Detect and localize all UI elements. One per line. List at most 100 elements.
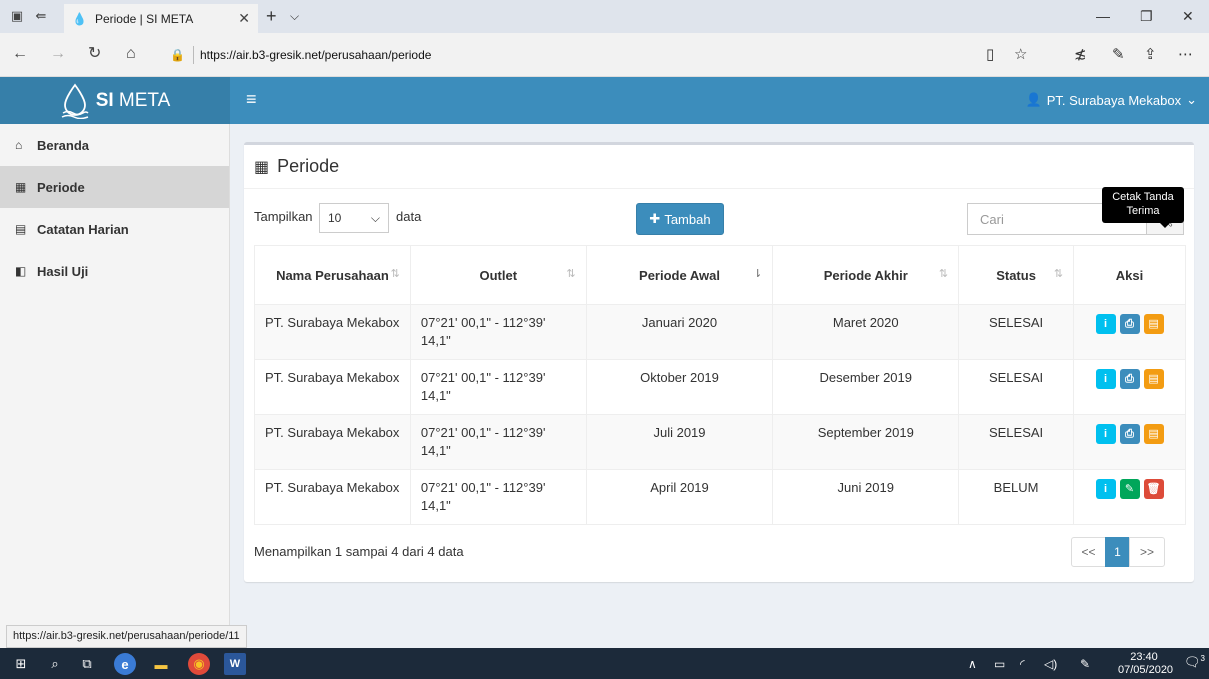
minimize-icon[interactable]: — xyxy=(1096,8,1110,24)
pagination-prev[interactable]: << xyxy=(1071,537,1106,567)
tab-title: Periode | SI META xyxy=(94,11,194,26)
cell-outlet: 07°21' 00,1" - 112°39' 14,1" xyxy=(409,414,587,470)
favorite-star-icon[interactable]: ☆ xyxy=(1014,45,1027,63)
calendar-icon: ▦ xyxy=(15,180,27,194)
reading-view-icon[interactable]: ▯ xyxy=(986,45,994,63)
table-row: PT. Surabaya Mekabox 07°21' 00,1" - 112°… xyxy=(254,414,1186,470)
favicon-drop-icon: 💧 xyxy=(72,11,87,26)
battery-icon[interactable]: ▭ xyxy=(994,657,1005,671)
sidebar-item-beranda[interactable]: ⌂ Beranda xyxy=(0,124,229,166)
volume-icon[interactable]: ◁) xyxy=(1044,657,1057,671)
window-close-icon[interactable]: ✕ xyxy=(1182,8,1194,25)
cell-outlet: 07°21' 00,1" - 112°39' 14,1" xyxy=(409,469,587,525)
page-length-select[interactable]: 10 ⌵ xyxy=(319,203,389,233)
search-icon[interactable]: ⌕ xyxy=(44,653,66,675)
chrome-icon[interactable]: ◉ xyxy=(188,653,210,675)
back-icon[interactable]: ← xyxy=(12,46,28,62)
column-header-outlet[interactable]: Outlet ⇅ xyxy=(409,245,587,305)
pagination-next[interactable]: >> xyxy=(1129,537,1165,567)
sort-icon: ⇅ xyxy=(938,268,949,280)
url-separator xyxy=(192,46,194,64)
file-icon: ▤ xyxy=(1148,428,1159,440)
pagination: << 1 >> xyxy=(1071,537,1165,567)
notification-icon[interactable]: 🗨︎3 xyxy=(1184,654,1205,670)
pen-icon[interactable]: ✎ xyxy=(1112,45,1125,63)
pagination-page-1[interactable]: 1 xyxy=(1105,537,1130,567)
url-text: https://air.b3-gresik.net/perusahaan/per… xyxy=(199,48,432,62)
print-button[interactable]: ⎙ xyxy=(1119,314,1140,334)
sidebar-item-catatan-harian[interactable]: ▤ Catatan Harian xyxy=(0,208,229,250)
column-header-periode-awal[interactable]: Periode Awal ⇂ xyxy=(585,245,774,305)
calendar-icon: ▦ xyxy=(254,158,270,176)
user-menu[interactable]: 👤 PT. Surabaya Mekabox ⌄ xyxy=(1026,92,1198,108)
print-receipt-button[interactable]: ▤ xyxy=(1143,369,1164,389)
share-icon[interactable]: ⇪ xyxy=(1144,45,1157,63)
status-url: https://air.b3-gresik.net/perusahaan/per… xyxy=(6,625,247,648)
pencil-icon: ✎ xyxy=(1124,483,1135,495)
print-icon: ⎙ xyxy=(1125,373,1134,385)
wifi-icon[interactable]: ◜ xyxy=(1020,657,1025,671)
home-icon[interactable]: ⌂ xyxy=(126,46,136,62)
cell-end: Juni 2019 xyxy=(772,469,960,525)
info-icon: i xyxy=(1103,428,1108,440)
clock[interactable]: 23:40 07/05/2020 xyxy=(1118,651,1173,677)
sort-icon: ⇅ xyxy=(1053,268,1064,280)
more-icon[interactable]: ⋯ xyxy=(1178,45,1193,63)
column-header-periode-akhir[interactable]: Periode Akhir ⇅ xyxy=(772,245,960,305)
cell-actions: i ⎙ ▤ xyxy=(1073,414,1186,470)
word-icon[interactable]: W xyxy=(224,653,246,675)
forward-icon[interactable]: → xyxy=(50,46,66,62)
restore-icon[interactable]: ❐ xyxy=(1140,8,1153,25)
info-button[interactable]: i xyxy=(1095,314,1116,334)
print-button[interactable]: ⎙ xyxy=(1119,424,1140,444)
tab-close-icon[interactable]: ✕ xyxy=(238,10,250,27)
sort-desc-icon: ⇂ xyxy=(753,268,763,280)
info-button[interactable]: i xyxy=(1095,424,1116,444)
page-title: Periode xyxy=(277,156,340,176)
cell-outlet: 07°21' 00,1" - 112°39' 14,1" xyxy=(409,304,587,360)
cell-status: SELESAI xyxy=(958,304,1075,360)
info-icon: i xyxy=(1103,318,1108,330)
show-label: Tampilkan xyxy=(254,209,313,224)
new-tab-icon[interactable]: + xyxy=(266,7,277,25)
set-tabs-aside-icon[interactable]: ⇚ xyxy=(34,9,48,23)
sidebar-item-hasil-uji[interactable]: ◧ Hasil Uji xyxy=(0,250,229,292)
logo[interactable]: SI META xyxy=(0,77,230,124)
windows-start-icon[interactable]: ⊞ xyxy=(10,653,32,675)
tab-actions-icon[interactable]: ▣ xyxy=(10,9,24,23)
sidebar-toggle-icon[interactable]: ≡ xyxy=(246,90,257,108)
cell-status: SELESAI xyxy=(958,414,1075,470)
column-header-nama-perusahaan[interactable]: Nama Perusahaan ⇅ xyxy=(254,245,411,305)
cell-end: Desember 2019 xyxy=(772,359,960,415)
user-icon: 👤 xyxy=(1025,92,1042,107)
delete-button[interactable]: 🗑︎ xyxy=(1143,479,1164,499)
tab-menu-chevron-icon[interactable]: ⌵ xyxy=(290,9,299,24)
cell-actions: i ⎙ ▤ xyxy=(1073,304,1186,360)
url-field[interactable]: 🔒 https://air.b3-gresik.net/perusahaan/p… xyxy=(170,43,1000,67)
table-info: Menampilkan 1 sampai 4 dari 4 data xyxy=(254,544,464,559)
trash-icon: 🗑︎ xyxy=(1146,483,1161,495)
file-explorer-icon[interactable]: ▬ xyxy=(150,653,172,675)
periode-box: ▦ Periode Tampilkan 10 ⌵ data ✚ Tambah C… xyxy=(244,142,1194,582)
tray-chevron-up-icon[interactable]: ∧ xyxy=(968,657,977,671)
sidebar-item-periode[interactable]: ▦ Periode xyxy=(0,166,229,208)
info-button[interactable]: i xyxy=(1095,479,1116,499)
cell-end: Maret 2020 xyxy=(772,304,960,360)
favorites-list-icon[interactable]: ≴ xyxy=(1074,45,1087,63)
edge-icon[interactable]: e xyxy=(114,653,136,675)
refresh-icon[interactable]: ↻ xyxy=(88,46,101,62)
browser-tab[interactable]: 💧 Periode | SI META ✕ xyxy=(64,4,258,33)
print-button[interactable]: ⎙ xyxy=(1119,369,1140,389)
task-view-icon[interactable]: ⧉ xyxy=(76,653,98,675)
sidebar: ⌂ Beranda ▦ Periode ▤ Catatan Harian ◧ H… xyxy=(0,124,230,648)
pen-tray-icon[interactable]: ✎ xyxy=(1080,657,1090,671)
info-button[interactable]: i xyxy=(1095,369,1116,389)
add-button[interactable]: ✚ Tambah xyxy=(636,203,724,235)
taskbar: ⊞ ⌕ ⧉ e ▬ ◉ W ∧ ▭ ◜ ◁) ✎ 23:40 07/05/202… xyxy=(0,648,1209,679)
edit-button[interactable]: ✎ xyxy=(1119,479,1140,499)
column-header-status[interactable]: Status ⇅ xyxy=(958,245,1075,305)
cell-outlet: 07°21' 00,1" - 112°39' 14,1" xyxy=(409,359,587,415)
cell-status: BELUM xyxy=(958,469,1075,525)
print-receipt-button[interactable]: ▤ xyxy=(1143,424,1164,444)
print-receipt-button[interactable]: ▤ xyxy=(1143,314,1164,334)
